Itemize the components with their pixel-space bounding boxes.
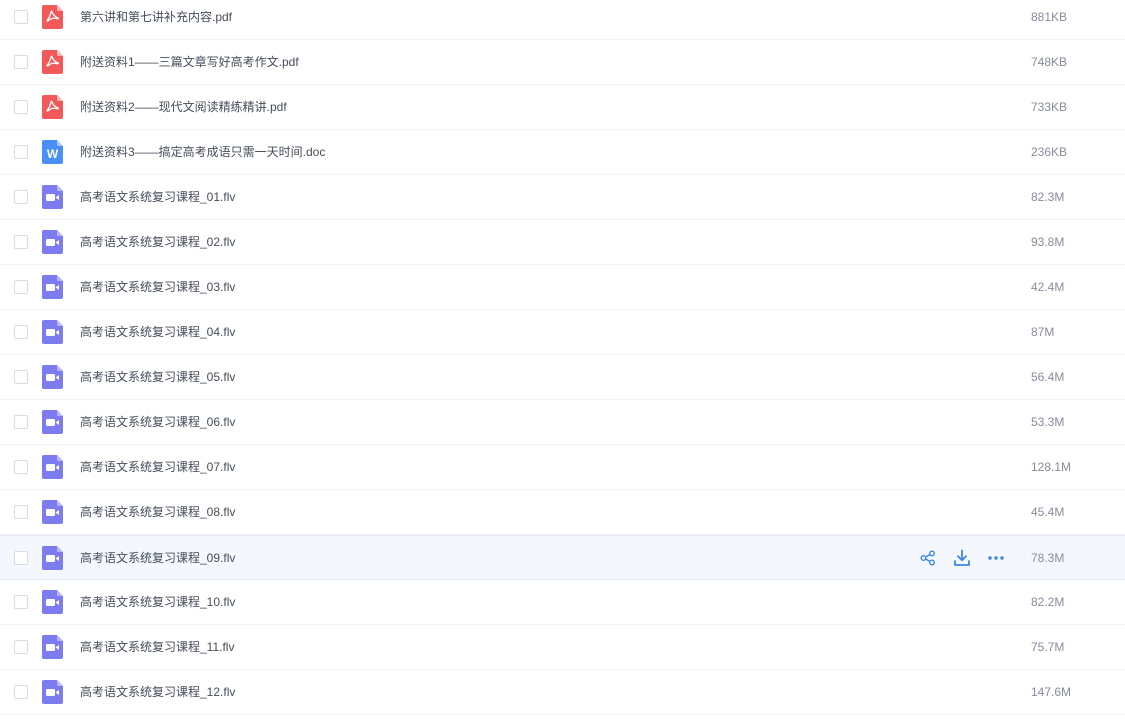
file-name[interactable]: 高考语文系统复习课程_06.flv bbox=[80, 400, 235, 444]
file-size: 93.8M bbox=[1031, 235, 1065, 249]
download-icon[interactable] bbox=[952, 548, 972, 568]
row-checkbox[interactable] bbox=[14, 415, 28, 429]
video-icon bbox=[42, 275, 63, 299]
file-size: 881KB bbox=[1031, 10, 1068, 24]
file-name[interactable]: 高考语文系统复习课程_03.flv bbox=[80, 265, 235, 309]
file-size: 75.7M bbox=[1031, 640, 1065, 654]
svg-text:W: W bbox=[47, 147, 59, 161]
file-name[interactable]: 高考语文系统复习课程_01.flv bbox=[80, 175, 235, 219]
video-icon bbox=[42, 455, 63, 479]
row-checkbox[interactable] bbox=[14, 145, 28, 159]
file-row[interactable]: 高考语文系统复习课程_04.flv 87M bbox=[0, 310, 1125, 355]
file-size: 78.3M bbox=[1031, 551, 1065, 565]
file-row[interactable]: 高考语文系统复习课程_12.flv 147.6M bbox=[0, 670, 1125, 715]
file-name[interactable]: 高考语文系统复习课程_02.flv bbox=[80, 220, 235, 264]
file-name[interactable]: 附送资料3——搞定高考成语只需一天时间.doc bbox=[80, 130, 325, 174]
video-icon bbox=[42, 680, 63, 704]
video-icon bbox=[42, 590, 63, 614]
row-checkbox[interactable] bbox=[14, 685, 28, 699]
row-checkbox[interactable] bbox=[14, 55, 28, 69]
file-size: 42.4M bbox=[1031, 280, 1065, 294]
file-size: 53.3M bbox=[1031, 415, 1065, 429]
video-icon bbox=[42, 500, 63, 524]
file-name[interactable]: 附送资料2——现代文阅读精练精讲.pdf bbox=[80, 85, 287, 129]
video-icon bbox=[42, 230, 63, 254]
file-name[interactable]: 高考语文系统复习课程_05.flv bbox=[80, 355, 235, 399]
file-row[interactable]: 高考语文系统复习课程_09.flv 78.3M bbox=[0, 535, 1125, 580]
file-size: 45.4M bbox=[1031, 505, 1065, 519]
row-checkbox[interactable] bbox=[14, 460, 28, 474]
file-size: 56.4M bbox=[1031, 370, 1065, 384]
file-row[interactable]: W 附送资料3——搞定高考成语只需一天时间.doc 236KB bbox=[0, 130, 1125, 175]
file-size: 733KB bbox=[1031, 100, 1068, 114]
file-name[interactable]: 高考语文系统复习课程_10.flv bbox=[80, 580, 235, 624]
file-row[interactable]: 高考语文系统复习课程_07.flv 128.1M bbox=[0, 445, 1125, 490]
file-name[interactable]: 高考语文系统复习课程_07.flv bbox=[80, 445, 235, 489]
pdf-icon bbox=[42, 95, 63, 119]
file-name[interactable]: 附送资料1——三篇文章写好高考作文.pdf bbox=[80, 40, 299, 84]
row-checkbox[interactable] bbox=[14, 551, 28, 565]
file-size: 82.2M bbox=[1031, 595, 1065, 609]
row-checkbox[interactable] bbox=[14, 235, 28, 249]
file-size: 236KB bbox=[1031, 145, 1068, 159]
row-actions bbox=[918, 548, 1006, 568]
file-row[interactable]: 第六讲和第七讲补充内容.pdf 881KB bbox=[0, 0, 1125, 40]
pdf-icon bbox=[42, 50, 63, 74]
file-name[interactable]: 第六讲和第七讲补充内容.pdf bbox=[80, 0, 232, 39]
file-row[interactable]: 附送资料1——三篇文章写好高考作文.pdf 748KB bbox=[0, 40, 1125, 85]
video-icon bbox=[42, 320, 63, 344]
file-row[interactable]: 高考语文系统复习课程_05.flv 56.4M bbox=[0, 355, 1125, 400]
video-icon bbox=[42, 185, 63, 209]
pdf-icon bbox=[42, 5, 63, 29]
row-checkbox[interactable] bbox=[14, 325, 28, 339]
file-row[interactable]: 高考语文系统复习课程_01.flv 82.3M bbox=[0, 175, 1125, 220]
row-checkbox[interactable] bbox=[14, 190, 28, 204]
file-rows: 第六讲和第七讲补充内容.pdf 881KB 附送资料1——三篇文章写好高考作文.pd… bbox=[0, 0, 1125, 715]
file-row[interactable]: 高考语文系统复习课程_08.flv 45.4M bbox=[0, 490, 1125, 535]
word-icon: W bbox=[42, 140, 63, 164]
row-checkbox[interactable] bbox=[14, 280, 28, 294]
file-row[interactable]: 高考语文系统复习课程_06.flv 53.3M bbox=[0, 400, 1125, 445]
video-icon bbox=[42, 546, 63, 570]
video-icon bbox=[42, 635, 63, 659]
file-row[interactable]: 高考语文系统复习课程_02.flv 93.8M bbox=[0, 220, 1125, 265]
share-icon[interactable] bbox=[918, 548, 938, 568]
row-checkbox[interactable] bbox=[14, 640, 28, 654]
file-size: 147.6M bbox=[1031, 685, 1072, 699]
video-icon bbox=[42, 410, 63, 434]
row-checkbox[interactable] bbox=[14, 505, 28, 519]
row-checkbox[interactable] bbox=[14, 595, 28, 609]
row-checkbox[interactable] bbox=[14, 10, 28, 24]
file-name[interactable]: 高考语文系统复习课程_12.flv bbox=[80, 670, 235, 714]
file-size: 82.3M bbox=[1031, 190, 1065, 204]
file-size: 748KB bbox=[1031, 55, 1068, 69]
file-row[interactable]: 高考语文系统复习课程_10.flv 82.2M bbox=[0, 580, 1125, 625]
file-row[interactable]: 附送资料2——现代文阅读精练精讲.pdf 733KB bbox=[0, 85, 1125, 130]
file-size: 87M bbox=[1031, 325, 1055, 339]
row-checkbox[interactable] bbox=[14, 100, 28, 114]
more-icon[interactable] bbox=[986, 548, 1006, 568]
video-icon bbox=[42, 365, 63, 389]
file-name[interactable]: 高考语文系统复习课程_11.flv bbox=[80, 625, 234, 669]
file-row[interactable]: 高考语文系统复习课程_11.flv 75.7M bbox=[0, 625, 1125, 670]
file-name[interactable]: 高考语文系统复习课程_08.flv bbox=[80, 490, 235, 534]
row-checkbox[interactable] bbox=[14, 370, 28, 384]
file-name[interactable]: 高考语文系统复习课程_09.flv bbox=[80, 536, 235, 580]
file-list: 第六讲和第七讲补充内容.pdf 881KB 附送资料1——三篇文章写好高考作文.pd… bbox=[0, 0, 1125, 719]
file-size: 128.1M bbox=[1031, 460, 1072, 474]
file-name[interactable]: 高考语文系统复习课程_04.flv bbox=[80, 310, 235, 354]
file-row[interactable]: 高考语文系统复习课程_03.flv 42.4M bbox=[0, 265, 1125, 310]
